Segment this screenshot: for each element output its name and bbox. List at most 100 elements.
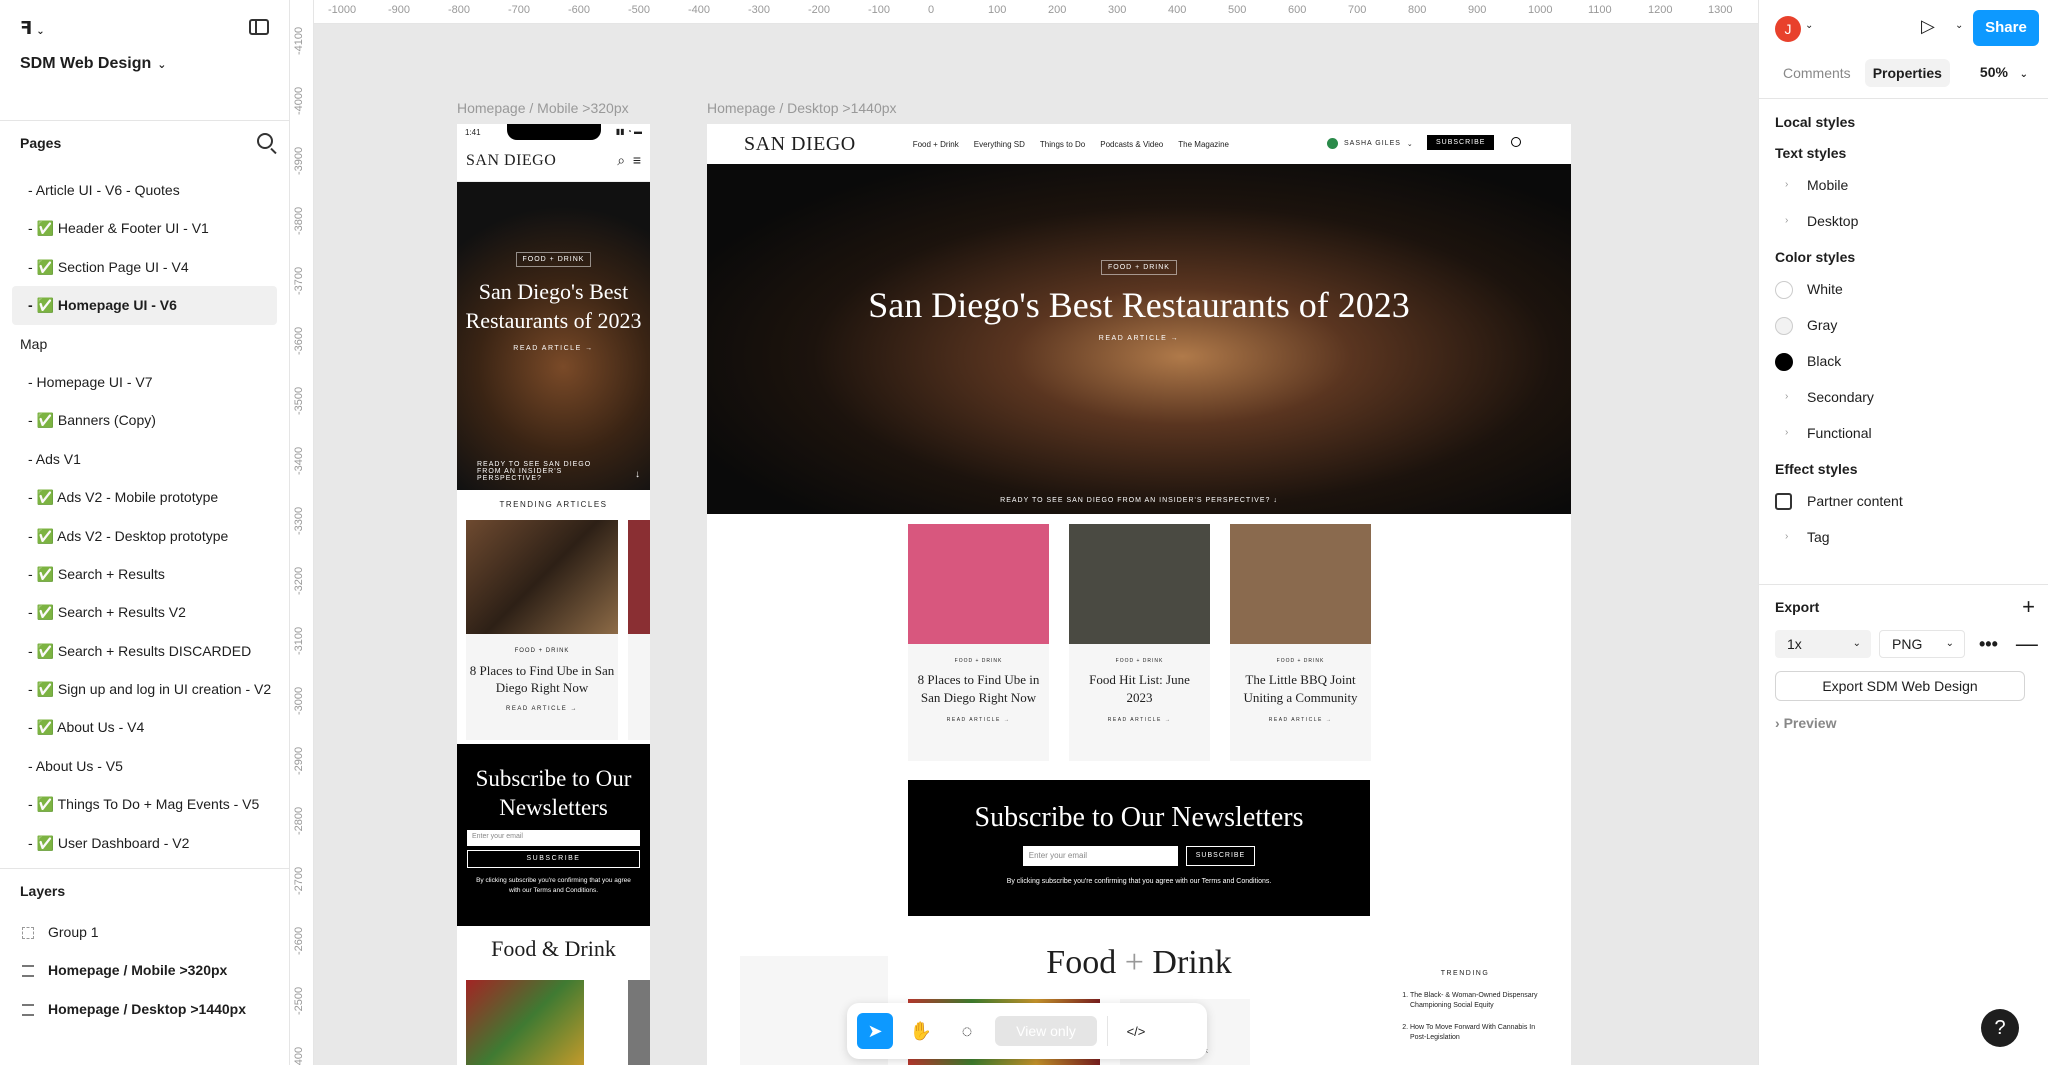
text-style-group[interactable]: › Desktop — [1759, 203, 2048, 239]
frame-label-desktop[interactable]: Homepage / Desktop >1440px — [707, 100, 897, 116]
color-group-label: Secondary — [1807, 389, 1874, 405]
status-bar: 1:41 ▮▮ ◔ ▬ — [457, 124, 650, 140]
desktop-frame[interactable]: SAN DIEGO Food + Drink Everything SD Thing… — [707, 124, 1571, 1065]
chevron-right-icon: › — [1785, 215, 1789, 226]
trending-list: TRENDING The Black- & Woman-Owned Dispen… — [1390, 970, 1540, 1055]
tab-properties[interactable]: Properties — [1864, 59, 1950, 87]
read-article-link: READ ARTICLE → — [1098, 335, 1180, 342]
present-play-icon[interactable]: ▷ — [1921, 16, 1935, 37]
page-item[interactable]: - ✅ Search + Results — [0, 555, 289, 593]
page-item[interactable]: - ✅ Banners (Copy) — [0, 401, 289, 439]
page-item[interactable]: - ✅ About Us - V4 — [0, 708, 289, 746]
effect-group-item[interactable]: › Tag — [1759, 519, 2048, 555]
menu-icon: ≡ — [632, 152, 641, 168]
chevron-down-icon[interactable]: ⌄ — [1805, 20, 1813, 31]
page-item[interactable]: - ✅ Search + Results V2 — [0, 593, 289, 631]
card-tag: FOOD + DRINK — [1115, 658, 1164, 664]
article-card: FOOD + DRINK 8 Places to Find Ube in San … — [908, 524, 1049, 761]
email-field: Enter your email — [467, 830, 640, 846]
article-cards: FOOD + DRINK 8 Places to Find Ube in San … — [908, 524, 1371, 761]
layer-item[interactable]: Homepage / Mobile >320px — [0, 951, 289, 989]
page-item[interactable]: - Article UI - V6 - Quotes — [0, 171, 289, 209]
add-export-button[interactable]: + — [2022, 585, 2035, 629]
dev-mode-button[interactable]: </> — [1118, 1013, 1154, 1049]
chevron-down-icon: ⌄ — [36, 26, 45, 37]
ruler-tick: -900 — [388, 4, 411, 16]
hand-tool-button[interactable]: ✋ — [903, 1013, 939, 1049]
article-image — [1230, 524, 1371, 644]
figma-logo-icon: ꟻ — [20, 18, 33, 38]
page-item[interactable]: - Ads V1 — [0, 440, 289, 478]
export-section: Export + 1x ⌄ PNG ⌄ ••• — Export SDM Web D… — [1759, 584, 2048, 731]
project-name-button[interactable]: SDM Web Design ⌄ — [20, 55, 167, 73]
zoom-dropdown[interactable]: 50% ⌄ — [1980, 64, 2028, 80]
scale-select[interactable]: 1x ⌄ — [1775, 630, 1871, 658]
hero-title: San Diego's Best Restaurants of 2023 — [868, 285, 1410, 325]
layers-list: Group 1 Homepage / Mobile >320px Homepage … — [0, 913, 289, 1028]
page-item[interactable]: - ✅ Ads V2 - Desktop prototype — [0, 517, 289, 555]
color-style-item[interactable]: Black — [1759, 343, 2048, 379]
trending-heading: TRENDING ARTICLES — [499, 500, 608, 509]
help-button[interactable]: ? — [1981, 1009, 2019, 1047]
export-button[interactable]: Export SDM Web Design — [1775, 671, 2025, 701]
sidebar-header: ꟻ ⌄ SDM Web Design ⌄ — [0, 0, 289, 120]
comment-tool-button[interactable]: ◌ — [949, 1013, 985, 1049]
chevron-down-icon[interactable]: ⌄ — [1955, 20, 1963, 31]
page-item[interactable]: - ✅ Homepage UI - V6 — [12, 286, 277, 325]
page-item[interactable]: - ✅ User Dashboard - V2 — [0, 824, 289, 862]
format-select[interactable]: PNG ⌄ — [1879, 630, 1965, 658]
color-style-group[interactable]: › Secondary — [1759, 379, 2048, 415]
desktop-hero: FOOD + DRINK San Diego's Best Restaurant… — [707, 164, 1571, 514]
frame-label-mobile[interactable]: Homepage / Mobile >320px — [457, 100, 629, 116]
ruler-tick: -3500 — [293, 386, 305, 415]
share-button[interactable]: Share — [1973, 10, 2039, 46]
article-card: FOOD + DRINK The Little BBQ Joint Uniting… — [1230, 524, 1371, 761]
site-wordmark: SAN DIEGO — [744, 132, 856, 155]
color-styles-list: White Gray Black — [1759, 271, 2048, 379]
text-styles-heading: Text styles — [1775, 145, 1847, 161]
ruler-tick: -2700 — [293, 866, 305, 895]
mobile-hero: FOOD + DRINK San Diego's Best Restaurant… — [457, 182, 650, 490]
layer-item[interactable]: Group 1 — [0, 913, 289, 951]
page-item[interactable]: - ✅ Sign up and log in UI creation - V2 — [0, 670, 289, 708]
effect-style-item[interactable]: Partner content — [1759, 483, 2048, 519]
article-image — [466, 520, 618, 634]
page-item[interactable]: - ✅ Ads V2 - Mobile prototype — [0, 478, 289, 516]
page-item[interactable]: - ✅ Search + Results DISCARDED — [0, 632, 289, 670]
canvas[interactable]: -1000 -900 -800 -700 -600 -500 -400 -300 -200 -10… — [290, 0, 1758, 1065]
ruler-tick: 1200 — [1648, 4, 1673, 16]
frame-icon — [22, 965, 34, 978]
figma-menu-button[interactable]: ꟻ ⌄ — [20, 18, 45, 39]
page-item[interactable]: Map — [0, 325, 289, 363]
ruler-tick: -2400 — [293, 1046, 305, 1065]
status-time: 1:41 — [465, 128, 481, 137]
color-style-group[interactable]: › Functional — [1759, 415, 2048, 451]
ruler-tick: -3900 — [293, 146, 305, 175]
ruler-tick: -3600 — [293, 326, 305, 355]
mobile-frame[interactable]: 1:41 ▮▮ ◔ ▬ SAN DIEGO ⌕ ≡ FOOD + DRINK S… — [457, 124, 650, 1065]
right-panel: J ⌄ ▷ ⌄ Share Comments Properties 50% ⌄ … — [1758, 0, 2048, 1065]
toggle-sidebar-icon[interactable] — [249, 19, 269, 35]
page-item[interactable]: - Homepage UI - V7 — [0, 363, 289, 401]
layer-item[interactable]: Homepage / Desktop >1440px — [0, 990, 289, 1028]
page-item[interactable]: - About Us - V5 — [0, 747, 289, 785]
color-style-item[interactable]: White — [1759, 271, 2048, 307]
search-icon[interactable] — [257, 133, 273, 149]
preview-toggle[interactable]: › Preview — [1759, 715, 2048, 731]
more-options-icon[interactable]: ••• — [1979, 634, 1998, 655]
ruler-tick: 400 — [1168, 4, 1187, 16]
page-item[interactable]: - ✅ Section Page UI - V4 — [0, 248, 289, 286]
avatar[interactable]: J — [1775, 16, 1801, 42]
newsletter-note: By clicking subscribe you're confirming … — [476, 877, 631, 894]
move-tool-button[interactable]: ➤ — [857, 1013, 893, 1049]
tab-comments[interactable]: Comments — [1775, 59, 1859, 87]
trending-heading: TRENDING — [1440, 970, 1490, 977]
chevron-right-icon: › — [1785, 391, 1789, 402]
layers-section: Layers Group 1 Homepage / Mobile >320px Ho… — [0, 868, 289, 1028]
page-item[interactable]: - ✅ Header & Footer UI - V1 — [0, 209, 289, 247]
section-heading: Food & Drink — [491, 936, 616, 961]
text-style-group[interactable]: › Mobile — [1759, 167, 2048, 203]
page-item[interactable]: - ✅ Things To Do + Mag Events - V5 — [0, 785, 289, 823]
remove-export-button[interactable]: — — [2016, 631, 2038, 657]
color-style-item[interactable]: Gray — [1759, 307, 2048, 343]
